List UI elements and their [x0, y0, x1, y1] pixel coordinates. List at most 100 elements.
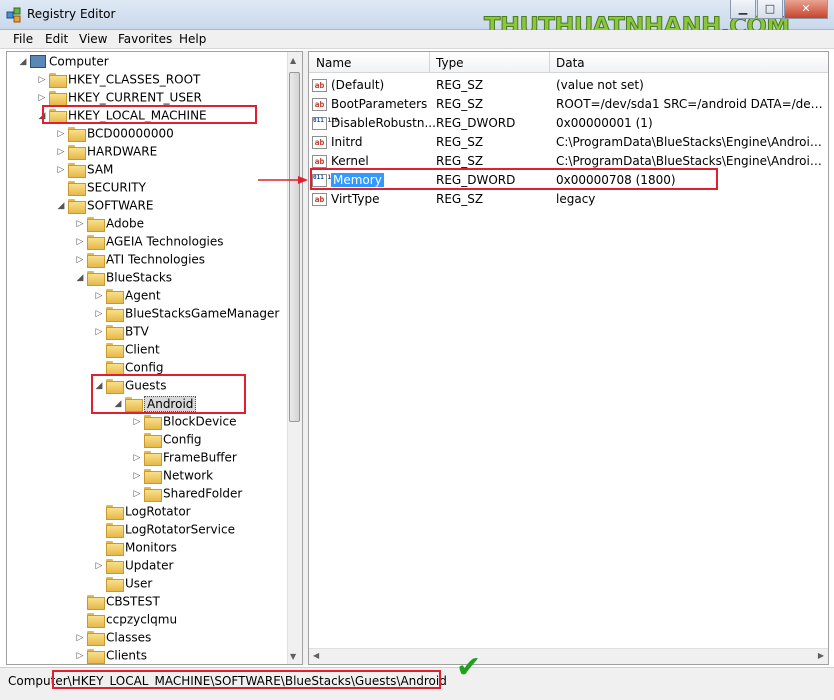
string-value-icon: ab [312, 155, 327, 168]
column-divider[interactable] [549, 52, 550, 73]
tree-item[interactable]: ▷ SAM [56, 160, 113, 178]
expand-arrow-icon[interactable]: ▷ [94, 287, 104, 305]
expand-arrow-icon[interactable]: ▷ [132, 467, 142, 485]
scroll-up-arrow-icon[interactable]: ▲ [290, 56, 296, 65]
tree-item[interactable]: Config [94, 358, 164, 376]
expand-arrow-icon[interactable]: ▷ [94, 323, 104, 341]
value-row[interactable]: 011 110DisableRobustn... REG_DWORD 0x00000… [312, 114, 828, 132]
tree-item[interactable]: ◢ SOFTWARE [56, 196, 153, 214]
expand-arrow-icon[interactable]: ▷ [94, 557, 104, 575]
tree-item[interactable]: ◢ HKEY_LOCAL_MACHINE [37, 106, 207, 124]
minimize-button[interactable]: ▁ [730, 0, 756, 19]
value-type: REG_SZ [436, 154, 484, 168]
tree-item[interactable]: ▷ HKEY_CURRENT_USER [37, 88, 202, 106]
menu-help[interactable]: Help [179, 32, 206, 46]
registry-editor-icon [6, 7, 21, 23]
expand-arrow-icon[interactable]: ▷ [75, 647, 85, 665]
value-row[interactable]: ab Kernel REG_SZ C:\ProgramData\BlueStacks\… [312, 152, 828, 170]
tree-item[interactable]: ▷ Adobe [75, 214, 144, 232]
tree-item[interactable]: ▷ BlockDevice [132, 412, 237, 430]
value-row[interactable]: 011 110Memory REG_DWORD 0x00000708 (1800) [312, 171, 828, 189]
expand-arrow-icon[interactable]: ▷ [75, 251, 85, 269]
menu-bar: File Edit View Favorites Help [0, 30, 834, 49]
expand-arrow-icon[interactable]: ▷ [132, 485, 142, 503]
expand-arrow-icon[interactable]: ▷ [56, 161, 66, 179]
tree-item[interactable]: LogRotator [94, 502, 191, 520]
expand-arrow-icon[interactable]: ▷ [132, 413, 142, 431]
scroll-right-arrow-icon[interactable]: ▶ [818, 651, 824, 660]
status-path: Computer\HKEY_LOCAL_MACHINE\SOFTWARE\Blu… [8, 674, 447, 688]
tree-item[interactable]: ▷ Classes [75, 628, 151, 646]
tree-item[interactable]: LogRotatorService [94, 520, 235, 538]
tree-item[interactable]: ◢ BlueStacks [75, 268, 172, 286]
scroll-down-arrow-icon[interactable]: ▼ [290, 652, 296, 661]
tree-item-label: SAM [87, 162, 114, 177]
expand-arrow-icon[interactable]: ▷ [56, 143, 66, 161]
expand-arrow-icon[interactable]: ▷ [94, 305, 104, 323]
menu-view[interactable]: View [79, 32, 107, 46]
expand-arrow-icon[interactable]: ▷ [56, 125, 66, 143]
tree-item[interactable]: CBSTEST [75, 592, 160, 610]
tree-item[interactable]: ◢ Guests [94, 376, 167, 394]
tree-item[interactable]: ▷ Clients [75, 646, 147, 664]
collapse-arrow-icon[interactable]: ◢ [18, 53, 28, 71]
tree-item[interactable]: ▷ SharedFolder [132, 484, 242, 502]
tree-item[interactable]: ◢ Android [113, 394, 197, 413]
tree-item[interactable]: ▷ HKEY_CLASSES_ROOT [37, 70, 200, 88]
folder-icon [87, 595, 105, 610]
value-name-cell: ab (Default) [312, 76, 436, 94]
tree-item[interactable]: SECURITY [56, 178, 146, 196]
tree-item[interactable]: Config [132, 430, 202, 448]
tree-item[interactable]: ▷ BCD00000000 [56, 124, 174, 142]
folder-icon [106, 379, 124, 394]
tree-item[interactable]: ◢ Computer [18, 52, 109, 70]
expand-arrow-icon[interactable]: ▷ [37, 89, 47, 107]
column-divider[interactable] [429, 52, 430, 73]
tree-scroll-thumb[interactable] [289, 72, 300, 422]
list-horizontal-scrollbar[interactable]: ◀ ▶ [309, 648, 828, 664]
tree-item[interactable]: ▷ ATI Technologies [75, 250, 205, 268]
value-row[interactable]: ab Initrd REG_SZ C:\ProgramData\BlueStacks\… [312, 133, 828, 151]
folder-icon [87, 613, 105, 628]
tree-item[interactable]: Client [94, 340, 160, 358]
tree-item[interactable]: User [94, 574, 152, 592]
tree-item[interactable]: ▷ BlueStacksGameManager [94, 304, 279, 322]
expand-arrow-icon[interactable]: ▷ [75, 215, 85, 233]
column-name[interactable]: Name [316, 56, 351, 70]
folder-icon [87, 253, 105, 268]
tree-item[interactable]: ▷ Agent [94, 286, 161, 304]
scroll-left-arrow-icon[interactable]: ◀ [313, 651, 319, 660]
maximize-button[interactable]: □ [757, 0, 783, 19]
expand-arrow-icon[interactable]: ▷ [132, 449, 142, 467]
tree-item[interactable]: ▷ Updater [94, 556, 173, 574]
expand-arrow-icon[interactable]: ▷ [75, 233, 85, 251]
tree-item[interactable]: ccpzyclqmu [75, 610, 177, 628]
value-name-cell: ab VirtType [312, 190, 436, 208]
collapse-arrow-icon[interactable]: ◢ [37, 107, 47, 125]
folder-icon [49, 91, 67, 106]
column-type[interactable]: Type [436, 56, 464, 70]
expand-arrow-icon[interactable]: ▷ [37, 71, 47, 89]
tree-item[interactable]: ▷ Network [132, 466, 213, 484]
column-data[interactable]: Data [556, 56, 585, 70]
value-row[interactable]: ab (Default) REG_SZ (value not set) [312, 76, 828, 94]
tree-item[interactable]: ▷ AGEIA Technologies [75, 232, 224, 250]
value-row[interactable]: ab BootParameters REG_SZ ROOT=/dev/sda1 SRC… [312, 95, 828, 113]
menu-favorites[interactable]: Favorites [118, 32, 172, 46]
collapse-arrow-icon[interactable]: ◢ [75, 269, 85, 287]
value-row[interactable]: ab VirtType REG_SZ legacy [312, 190, 828, 208]
collapse-arrow-icon[interactable]: ◢ [56, 197, 66, 215]
menu-file[interactable]: File [13, 32, 33, 46]
collapse-arrow-icon[interactable]: ◢ [113, 395, 123, 413]
value-name-cell: 011 110Memory [312, 171, 436, 189]
expand-arrow-icon[interactable]: ▷ [75, 629, 85, 647]
tree-item[interactable]: Monitors [94, 538, 177, 556]
menu-edit[interactable]: Edit [45, 32, 68, 46]
folder-icon [68, 145, 86, 160]
value-type: REG_DWORD [436, 116, 516, 130]
tree-item[interactable]: ▷ FrameBuffer [132, 448, 237, 466]
tree-item[interactable]: ▷ HARDWARE [56, 142, 157, 160]
collapse-arrow-icon[interactable]: ◢ [94, 377, 104, 395]
close-button[interactable]: ✕ [784, 0, 828, 19]
tree-item[interactable]: ▷ BTV [94, 322, 149, 340]
